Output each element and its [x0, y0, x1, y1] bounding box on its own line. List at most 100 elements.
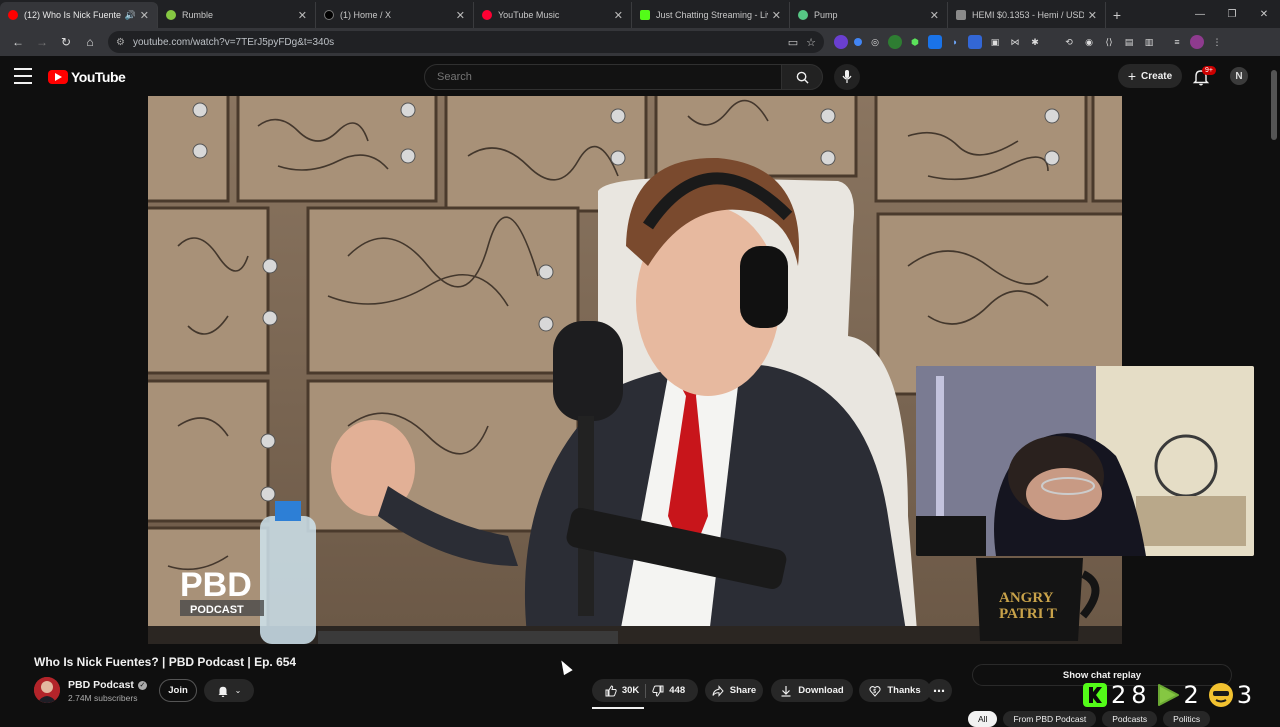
voice-search-button[interactable] — [834, 64, 860, 90]
kick-favicon-icon — [640, 10, 650, 20]
download-button[interactable]: Download — [771, 679, 853, 702]
home-button[interactable]: ⌂ — [78, 30, 102, 54]
tab-pump[interactable]: Pump ✕ — [790, 2, 948, 28]
tab-youtube-video[interactable]: (12) Who Is Nick Fuentes? | 🔊 ✕ — [0, 2, 158, 28]
channel-avatar[interactable] — [34, 677, 60, 703]
hamburger-menu-icon[interactable] — [14, 68, 32, 84]
extension-icon[interactable] — [928, 35, 942, 49]
chip-politics[interactable]: Politics — [1163, 711, 1211, 727]
rumble-favicon-icon — [166, 10, 176, 20]
channel-avatar-image — [34, 677, 60, 703]
tab-close-icon[interactable]: ✕ — [140, 9, 149, 22]
like-divider — [645, 683, 647, 698]
extension-icon[interactable] — [888, 35, 902, 49]
forward-button[interactable]: → — [30, 30, 54, 54]
like-button[interactable]: 30K — [605, 684, 639, 697]
devtools-icon[interactable]: ⟨⟩ — [1102, 35, 1116, 49]
media-control-icon[interactable]: ≡ — [1170, 35, 1184, 49]
profile-avatar-icon[interactable] — [1190, 35, 1204, 49]
tab-hemi[interactable]: HEMI $0.1353 - Hemi / USDT o ✕ — [948, 2, 1106, 28]
thumbs-up-icon — [605, 684, 617, 696]
extension-icon[interactable]: ⋈ — [1008, 35, 1022, 49]
tab-close-icon[interactable]: ✕ — [772, 9, 781, 22]
back-button[interactable]: ← — [6, 30, 30, 54]
emote-count: 3 — [1236, 681, 1253, 709]
extension-icon[interactable]: ⬢ — [908, 35, 922, 49]
browser-menu-icon[interactable]: ⋮ — [1210, 35, 1224, 49]
subscriber-count: 2.74M subscribers — [68, 693, 138, 703]
tab-close-icon[interactable]: ✕ — [614, 9, 623, 22]
address-bar[interactable]: ⚙ youtube.com/watch?v=7TErJ5pyFDg&t=340s… — [108, 31, 824, 53]
tab-youtube-music[interactable]: YouTube Music ✕ — [474, 2, 632, 28]
thanks-button[interactable]: $ Thanks — [859, 679, 931, 702]
thanks-heart-icon: $ — [869, 685, 881, 697]
scrollbar-thumb[interactable] — [1271, 70, 1277, 140]
install-app-icon[interactable]: ▭ — [788, 36, 798, 49]
window-close-icon[interactable]: ✕ — [1248, 0, 1280, 28]
extension-icon[interactable]: ◗ — [948, 35, 962, 49]
history-icon[interactable]: ⟲ — [1062, 35, 1076, 49]
minimize-icon[interactable]: — — [1184, 0, 1216, 28]
window-controls: — ❐ ✕ — [1184, 0, 1280, 28]
page-scrollbar[interactable] — [1270, 60, 1278, 720]
tab-title: Just Chatting Streaming - Live S — [656, 10, 768, 20]
chip-from-channel[interactable]: From PBD Podcast — [1003, 711, 1097, 727]
extension-icon[interactable] — [968, 35, 982, 49]
like-dislike-group: 30K 448 — [592, 679, 698, 702]
join-button[interactable]: Join — [159, 679, 197, 702]
extension-icon[interactable]: ▣ — [988, 35, 1002, 49]
recommendation-chips: All From PBD Podcast Podcasts Politics — [968, 711, 1211, 727]
youtube-logo[interactable]: YouTube — [48, 69, 126, 85]
thanks-label: Thanks — [887, 685, 921, 696]
kick-logo-icon — [1083, 683, 1107, 707]
search-button[interactable] — [781, 64, 823, 90]
rumble-logo-icon — [1157, 684, 1179, 706]
rumble-viewer-count: 2 — [1183, 681, 1199, 709]
tab-close-icon[interactable]: ✕ — [930, 9, 939, 22]
tab-kick[interactable]: Just Chatting Streaming - Live S ✕ — [632, 2, 790, 28]
reading-list-icon[interactable]: ▤ — [1122, 35, 1136, 49]
microphone-icon — [842, 70, 852, 83]
x-favicon-icon — [324, 10, 334, 20]
extension-icon[interactable] — [854, 38, 862, 46]
tab-title: YouTube Music — [498, 10, 560, 20]
restore-icon[interactable]: ❐ — [1216, 0, 1248, 28]
create-button[interactable]: + Create — [1118, 64, 1182, 88]
notification-count-badge: 9+ — [1202, 66, 1216, 75]
speaker-icon[interactable]: 🔊 — [125, 10, 136, 21]
tab-rumble[interactable]: Rumble ✕ — [158, 2, 316, 28]
search-icon — [796, 71, 809, 84]
lens-icon[interactable]: ◉ — [1082, 35, 1096, 49]
reload-button[interactable]: ↻ — [54, 30, 78, 54]
tab-title: Pump — [814, 10, 838, 20]
url-text[interactable]: youtube.com/watch?v=7TErJ5pyFDg&t=340s — [133, 37, 780, 48]
more-horizontal-icon: ⋯ — [933, 683, 946, 698]
youtube-favicon-icon — [8, 10, 18, 20]
more-actions-button[interactable]: ⋯ — [927, 679, 952, 702]
share-button[interactable]: Share — [705, 679, 763, 702]
search-input[interactable] — [424, 64, 782, 90]
account-avatar[interactable]: N — [1230, 67, 1248, 85]
extensions-area: ◎ ⬢ ◗ ▣ ⋈ ✱ ⟲ ◉ ⟨⟩ ▤ ▥ ≡ ⋮ — [834, 35, 1224, 49]
extension-icon[interactable]: ◎ — [868, 35, 882, 49]
verified-check-icon: ✓ — [137, 680, 147, 690]
dislike-button[interactable]: 448 — [652, 685, 685, 697]
subscribed-notifications-button[interactable]: ⌄ — [204, 679, 254, 702]
new-tab-button[interactable]: + — [1106, 2, 1128, 28]
tab-close-icon[interactable]: ✕ — [1088, 9, 1097, 22]
tab-x[interactable]: (1) Home / X ✕ — [316, 2, 474, 28]
chip-podcasts[interactable]: Podcasts — [1102, 711, 1158, 727]
side-panel-icon[interactable]: ▥ — [1142, 35, 1156, 49]
download-icon — [781, 685, 791, 697]
chart-favicon-icon — [956, 10, 966, 20]
dislike-count: 448 — [669, 685, 686, 696]
puzzle-icon[interactable]: ✱ — [1028, 35, 1042, 49]
tab-close-icon[interactable]: ✕ — [456, 9, 465, 22]
chip-all[interactable]: All — [968, 711, 998, 727]
tab-close-icon[interactable]: ✕ — [298, 9, 307, 22]
channel-name[interactable]: PBD Podcast ✓ — [68, 679, 147, 691]
site-info-icon[interactable]: ⚙ — [116, 37, 125, 48]
chevron-down-icon: ⌄ — [234, 686, 242, 695]
bookmark-star-icon[interactable]: ☆ — [806, 36, 816, 49]
extension-icon[interactable] — [834, 35, 848, 49]
